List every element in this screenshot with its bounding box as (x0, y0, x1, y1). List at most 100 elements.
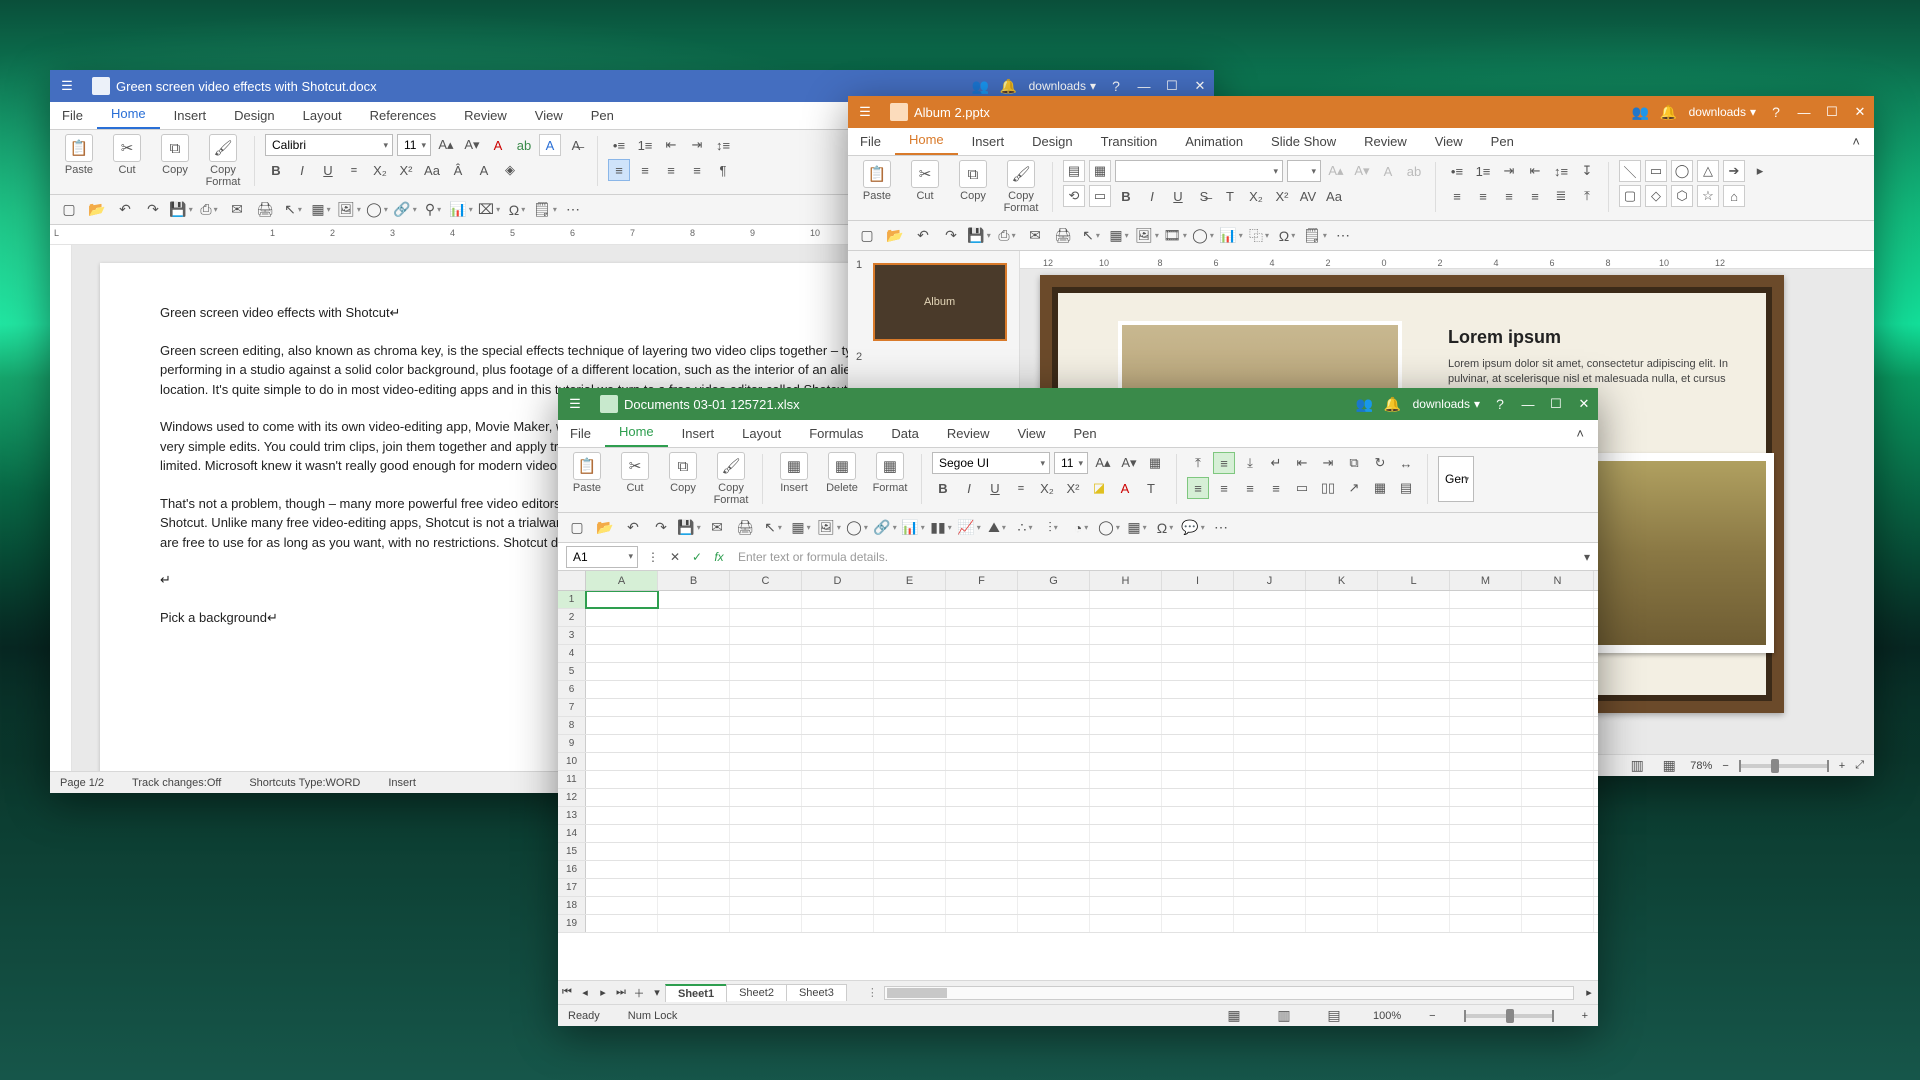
cell[interactable] (874, 699, 946, 716)
indent-icon[interactable]: ⇥ (1498, 160, 1520, 182)
cell[interactable] (874, 609, 946, 626)
new-doc-icon[interactable]: ▢ (566, 517, 588, 539)
cell[interactable] (730, 627, 802, 644)
shadow-button[interactable]: T (1219, 185, 1241, 207)
column-header[interactable]: N (1522, 571, 1594, 590)
cell[interactable] (730, 645, 802, 662)
cell[interactable] (1306, 663, 1378, 680)
note-icon[interactable]: 🗒 (1304, 225, 1326, 247)
bullets-icon[interactable]: •≡ (608, 134, 630, 156)
align-left-icon[interactable]: ≡ (608, 159, 630, 181)
cell[interactable] (1522, 627, 1594, 644)
table-icon[interactable]: ▦ (1108, 225, 1130, 247)
zoom-out-icon[interactable]: − (1429, 1010, 1435, 1022)
shrink-font-icon[interactable]: A▾ (461, 134, 483, 156)
cell[interactable] (1090, 789, 1162, 806)
undo-icon[interactable]: ↶ (114, 199, 136, 221)
tab-home[interactable]: Home (605, 420, 668, 447)
save-icon[interactable]: 💾 (170, 199, 192, 221)
cell[interactable] (586, 879, 658, 896)
cell[interactable] (730, 735, 802, 752)
mail-icon[interactable]: ✉ (226, 199, 248, 221)
chart-icon[interactable]: 📊 (1220, 225, 1242, 247)
fx-icon[interactable]: fx (708, 546, 730, 568)
cell[interactable] (1378, 771, 1450, 788)
column-header[interactable]: M (1450, 571, 1522, 590)
cell[interactable] (1450, 825, 1522, 842)
cell[interactable] (1090, 681, 1162, 698)
cell[interactable] (1450, 591, 1522, 608)
cell[interactable] (1162, 807, 1234, 824)
strike-button[interactable]: ꓿ (343, 159, 365, 181)
cell[interactable] (1306, 825, 1378, 842)
redo-icon[interactable]: ↷ (142, 199, 164, 221)
view-normal-icon[interactable]: ▥ (1626, 755, 1648, 777)
linespacing-icon[interactable]: ↕≡ (712, 134, 734, 156)
charmap-button[interactable]: Â (447, 159, 469, 181)
cell[interactable] (1522, 915, 1594, 932)
cell[interactable] (730, 699, 802, 716)
cell[interactable] (1234, 609, 1306, 626)
cell[interactable] (1450, 645, 1522, 662)
cell[interactable] (586, 789, 658, 806)
cell[interactable] (1090, 807, 1162, 824)
sheet-last-icon[interactable]: ⏭ (612, 986, 630, 999)
cell[interactable] (1234, 861, 1306, 878)
copy-button[interactable]: ⧉Copy (154, 134, 196, 176)
cell[interactable] (586, 771, 658, 788)
superscript-button[interactable]: X² (1062, 477, 1084, 499)
cell[interactable] (874, 645, 946, 662)
cell[interactable] (874, 591, 946, 608)
cell[interactable] (946, 897, 1018, 914)
cell[interactable] (730, 609, 802, 626)
row-header[interactable]: 7 (558, 699, 586, 716)
valign-bottom-icon[interactable]: ⤓ (1239, 452, 1261, 474)
align-left-icon[interactable]: ≡ (1446, 185, 1468, 207)
case-button[interactable]: Aa (421, 159, 443, 181)
cell[interactable] (658, 879, 730, 896)
cell[interactable] (1018, 735, 1090, 752)
hamburger-icon[interactable]: ☰ (848, 96, 882, 128)
cell[interactable] (1378, 699, 1450, 716)
tab-references[interactable]: References (356, 104, 450, 129)
cell[interactable] (1522, 735, 1594, 752)
cell[interactable] (730, 591, 802, 608)
cell[interactable] (946, 645, 1018, 662)
cell[interactable] (1162, 915, 1234, 932)
column-header[interactable]: E (874, 571, 946, 590)
cell[interactable] (1162, 735, 1234, 752)
cell[interactable] (1522, 789, 1594, 806)
share-icon[interactable]: 👥 (1351, 390, 1379, 418)
name-box[interactable]: A1 (566, 546, 638, 568)
cell[interactable] (1306, 591, 1378, 608)
row-header[interactable]: 19 (558, 915, 586, 932)
text-direction-icon[interactable]: ↧ (1576, 160, 1598, 182)
layout-icon[interactable]: ▦ (1089, 160, 1111, 182)
cell[interactable] (730, 681, 802, 698)
add-sheet-icon[interactable]: ＋ (630, 985, 648, 1001)
cell[interactable] (1090, 609, 1162, 626)
cell[interactable] (1090, 879, 1162, 896)
link-icon[interactable]: 🔗 (394, 199, 416, 221)
tab-layout[interactable]: Layout (289, 104, 356, 129)
cell[interactable] (1306, 843, 1378, 860)
indent-icon[interactable]: ⇥ (686, 134, 708, 156)
cell[interactable] (1162, 753, 1234, 770)
copy-format-button[interactable]: 🖌Copy Format (202, 134, 244, 188)
track-changes-indicator[interactable]: Track changes:Off (132, 777, 221, 789)
underline-button[interactable]: U (1167, 185, 1189, 207)
cell[interactable] (1018, 717, 1090, 734)
slide-body[interactable]: Lorem ipsum dolor sit amet, consectetur … (1448, 357, 1748, 387)
cell[interactable] (586, 843, 658, 860)
cell[interactable] (1378, 897, 1450, 914)
row-header[interactable]: 4 (558, 645, 586, 662)
comment-icon[interactable]: 💬 (1182, 517, 1204, 539)
cell[interactable] (802, 663, 874, 680)
shrink-font-icon[interactable]: A▾ (1118, 452, 1140, 474)
cell[interactable] (1450, 717, 1522, 734)
cell[interactable] (1234, 915, 1306, 932)
highlight-icon[interactable]: ab (513, 134, 535, 156)
number-format-combo[interactable]: Gen (1438, 456, 1474, 502)
presentation-titlebar[interactable]: ☰ Album 2.pptx 👥 🔔 downloads ▾ ? — ☐ ✕ (848, 96, 1874, 128)
grow-font-icon[interactable]: A▴ (1325, 160, 1347, 182)
